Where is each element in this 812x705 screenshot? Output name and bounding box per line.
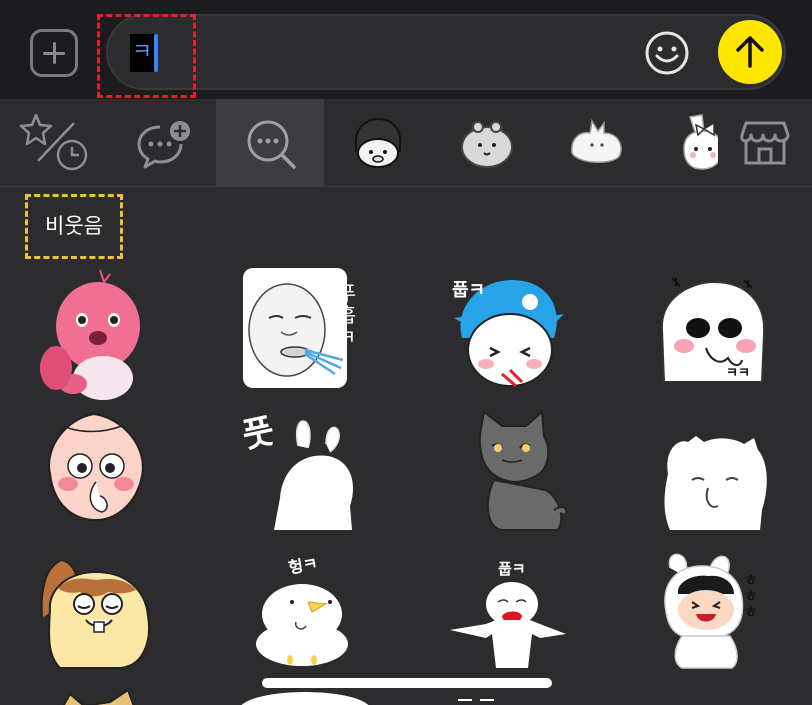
sticker-white-blob-laugh[interactable]: ㅋㅋ (650, 270, 778, 396)
pink-beaver-sticker (40, 269, 140, 400)
sticker-partial-1[interactable] (40, 682, 152, 705)
sticker-text: 푸 흡 ㅋ (337, 281, 357, 349)
add-reaction-icon (137, 121, 190, 169)
tab-add-reaction[interactable] (108, 99, 216, 187)
typed-text-highlight (97, 14, 196, 98)
sticker-grid: 푸 흡 ㅋ 풉ㅋ ㅋㅋ 풋 헝ㅋ 풉ㅋ ㅎ ㅎ ㅎ (0, 262, 812, 705)
sticker-white-bird[interactable]: 헝ㅋ (250, 552, 360, 670)
send-button[interactable] (718, 20, 782, 84)
sticker-text: 풉ㅋ (498, 560, 526, 578)
sticker-text: ㅎ ㅎ ㅎ (744, 571, 758, 621)
sticker-pack-icon (354, 117, 402, 168)
sticker-text: ㅋㅋ (726, 366, 750, 381)
sticker-pack-icon (571, 118, 622, 163)
sticker-bunny-kid[interactable]: ㅎ ㅎ ㅎ (656, 550, 786, 670)
sticker-pack-icon (461, 121, 513, 168)
arrow-up-icon (736, 36, 764, 68)
sticker-text: 풉ㅋ (452, 280, 486, 301)
white-bear-sticker (664, 436, 767, 530)
add-attachment-button[interactable] (30, 29, 78, 77)
sticker-partial-3[interactable] (450, 690, 510, 705)
sticker-white-man[interactable]: 풉ㅋ (450, 554, 570, 670)
tab-search[interactable] (216, 99, 324, 187)
sticker-white-rabbit[interactable]: 풋 (238, 406, 368, 532)
sticker-gray-cat[interactable] (462, 409, 572, 532)
tab-sticker-pack-1[interactable] (324, 99, 432, 187)
sticker-pack-icon (683, 114, 718, 170)
sticker-meme-face[interactable]: 푸 흡 ㅋ (225, 266, 365, 392)
white-blob-laugh-sticker (660, 277, 766, 383)
search-icon (247, 120, 296, 169)
sticker-store-icon (740, 121, 790, 165)
sticker-keyboard-screen: ㅋ 비웃음 푸 흡 ㅋ 풉ㅋ ㅋㅋ 풋 헝ㅋ 풉ㅋ ㅎ ㅎ ㅎ (0, 0, 812, 705)
partial-sticker-icon (458, 699, 494, 701)
sticker-pink-beaver[interactable] (18, 268, 178, 406)
tab-recent-favorites[interactable] (0, 99, 108, 187)
partial-sticker-icon (62, 688, 135, 705)
search-keyword-label: 비웃음 (25, 194, 123, 259)
sticker-partial-2[interactable] (230, 686, 380, 705)
sticker-squirrel[interactable] (40, 558, 154, 670)
recent-favorites-icon (19, 113, 88, 171)
sticker-tab-bar (0, 99, 812, 187)
partial-sticker-icon (241, 692, 369, 705)
home-indicator (262, 678, 552, 688)
sticker-blue-hair-boy[interactable]: 풉ㅋ (440, 266, 580, 394)
smiley-icon (645, 31, 689, 75)
squirrel-sticker (40, 558, 150, 669)
emoji-button[interactable] (644, 30, 690, 76)
sticker-text: 헝ㅋ (286, 553, 320, 578)
gray-cat-sticker (478, 409, 568, 531)
tab-sticker-pack-2[interactable] (432, 99, 540, 187)
sticker-white-bear[interactable] (656, 432, 772, 532)
tab-sticker-pack-4[interactable] (648, 99, 718, 187)
message-text-field[interactable]: ㅋ (106, 14, 786, 90)
message-input-bar: ㅋ (0, 0, 812, 99)
tab-sticker-pack-3[interactable] (540, 99, 648, 187)
peach-character-sticker (48, 412, 144, 522)
tab-sticker-store[interactable] (730, 99, 802, 187)
sticker-peach-character[interactable] (38, 410, 156, 528)
